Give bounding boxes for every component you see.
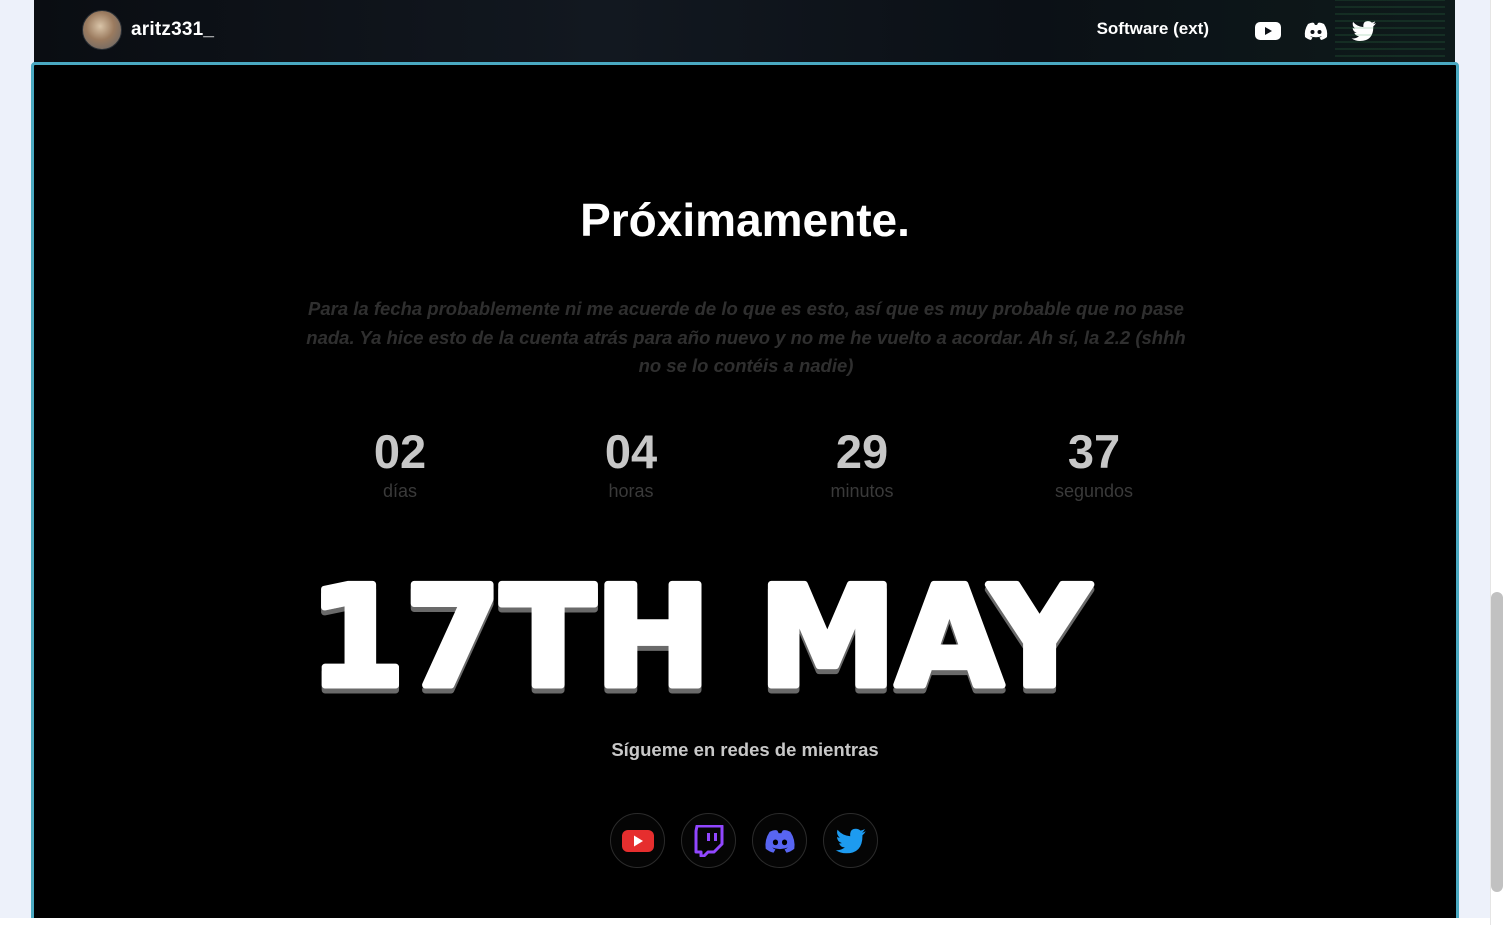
countdown-hours-label: horas	[608, 481, 654, 501]
countdown-minutes: 29 minutos	[762, 425, 962, 502]
countdown-seconds-value: 37	[1067, 425, 1121, 478]
site-header: aritz331_ Software (ext)	[34, 0, 1455, 64]
countdown-days: 02 días	[300, 425, 500, 502]
countdown-days-label: días	[382, 481, 418, 501]
brand-name: aritz331_	[131, 19, 215, 40]
twitter-icon[interactable]	[1351, 18, 1377, 44]
follow-text: Sígueme en redes de mientras	[611, 739, 879, 760]
twitter-button[interactable]	[823, 813, 878, 868]
youtube-icon[interactable]	[1255, 18, 1281, 44]
twitch-icon	[694, 824, 723, 857]
twitch-button[interactable]	[681, 813, 736, 868]
discord-button[interactable]	[752, 813, 807, 868]
avatar	[82, 10, 122, 50]
discord-icon	[764, 829, 795, 853]
countdown-seconds: 37 segundos	[994, 425, 1194, 502]
page: aritz331_ Software (ext) Próximamente. P…	[0, 0, 1504, 925]
twitter-icon	[835, 828, 866, 853]
scrollbar-track[interactable]	[1490, 0, 1504, 925]
date-graphic-day: 17TH MAY	[309, 565, 1092, 705]
youtube-icon	[621, 829, 654, 852]
countdown-minutes-value: 29	[835, 425, 889, 478]
page-title: Próximamente.	[580, 194, 910, 246]
countdown-seconds-label: segundos	[1054, 481, 1134, 501]
discord-icon[interactable]	[1303, 18, 1329, 44]
date-graphic: 17TH MAY	[306, 565, 1096, 705]
countdown-days-value: 02	[373, 425, 427, 478]
description: Para la fecha probablemente ni me acuerd…	[306, 298, 1186, 376]
scrollbar-thumb[interactable]	[1491, 592, 1503, 892]
header-social-icons	[1255, 18, 1377, 44]
social-buttons	[610, 813, 878, 868]
countdown-hours-value: 04	[604, 425, 658, 478]
countdown-hours: 04 horas	[531, 425, 731, 502]
coming-soon-card: Próximamente. Para la fecha probablement…	[31, 62, 1459, 925]
countdown-minutes-label: minutos	[830, 481, 894, 501]
page-bottom-strip	[0, 918, 1490, 925]
youtube-button[interactable]	[610, 813, 665, 868]
brand[interactable]: aritz331_	[82, 10, 214, 50]
nav-link-software[interactable]: Software (ext)	[1097, 19, 1209, 39]
